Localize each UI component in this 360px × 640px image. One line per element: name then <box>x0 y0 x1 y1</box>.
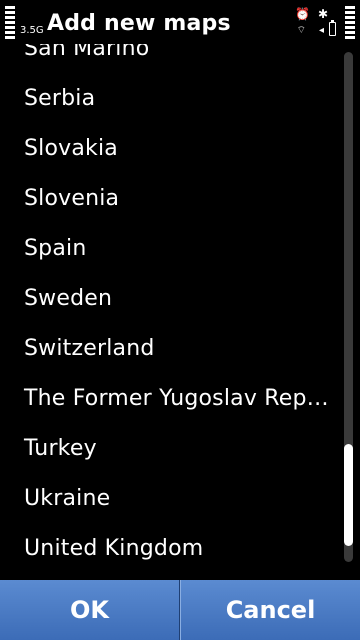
bluetooth-icon: ✱ <box>317 7 328 21</box>
signal-strength-icon <box>5 6 15 44</box>
page-title: Add new maps <box>47 11 231 36</box>
list-item[interactable]: The Former Yugoslav Repu... <box>0 374 330 424</box>
softkey-bar: OK Cancel <box>0 580 360 640</box>
list-item[interactable]: Slovenia <box>0 174 330 224</box>
list-item[interactable]: Sweden <box>0 274 330 324</box>
country-list[interactable]: San Marino Serbia Slovakia Slovenia Spai… <box>0 24 336 580</box>
scrollbar[interactable] <box>344 52 353 562</box>
wlan-icon: ⌔ <box>296 25 306 36</box>
network-type-label: 3.5G <box>20 25 44 36</box>
list-item[interactable]: Ukraine <box>0 474 330 524</box>
battery-icon <box>329 20 336 36</box>
list-item[interactable]: Spain <box>0 224 330 274</box>
list-item[interactable]: Slovakia <box>0 124 330 174</box>
list-item[interactable]: Turkey <box>0 424 330 474</box>
battery-level-icon <box>345 6 355 44</box>
ok-button[interactable]: OK <box>0 580 180 640</box>
alarm-icon: ⏰ <box>295 7 310 21</box>
status-bar: 3.5G Add new maps ⏰ ✱ ⌔ ◂ <box>0 0 360 44</box>
cancel-button[interactable]: Cancel <box>180 580 360 640</box>
status-icons: ⏰ ✱ ⌔ ◂ <box>280 6 336 40</box>
list-item[interactable]: United Kingdom <box>0 524 330 574</box>
list-item[interactable]: Switzerland <box>0 324 330 374</box>
gps-icon: ◂ <box>318 25 324 36</box>
list-item[interactable]: Serbia <box>0 74 330 124</box>
scrollbar-thumb[interactable] <box>344 444 353 546</box>
